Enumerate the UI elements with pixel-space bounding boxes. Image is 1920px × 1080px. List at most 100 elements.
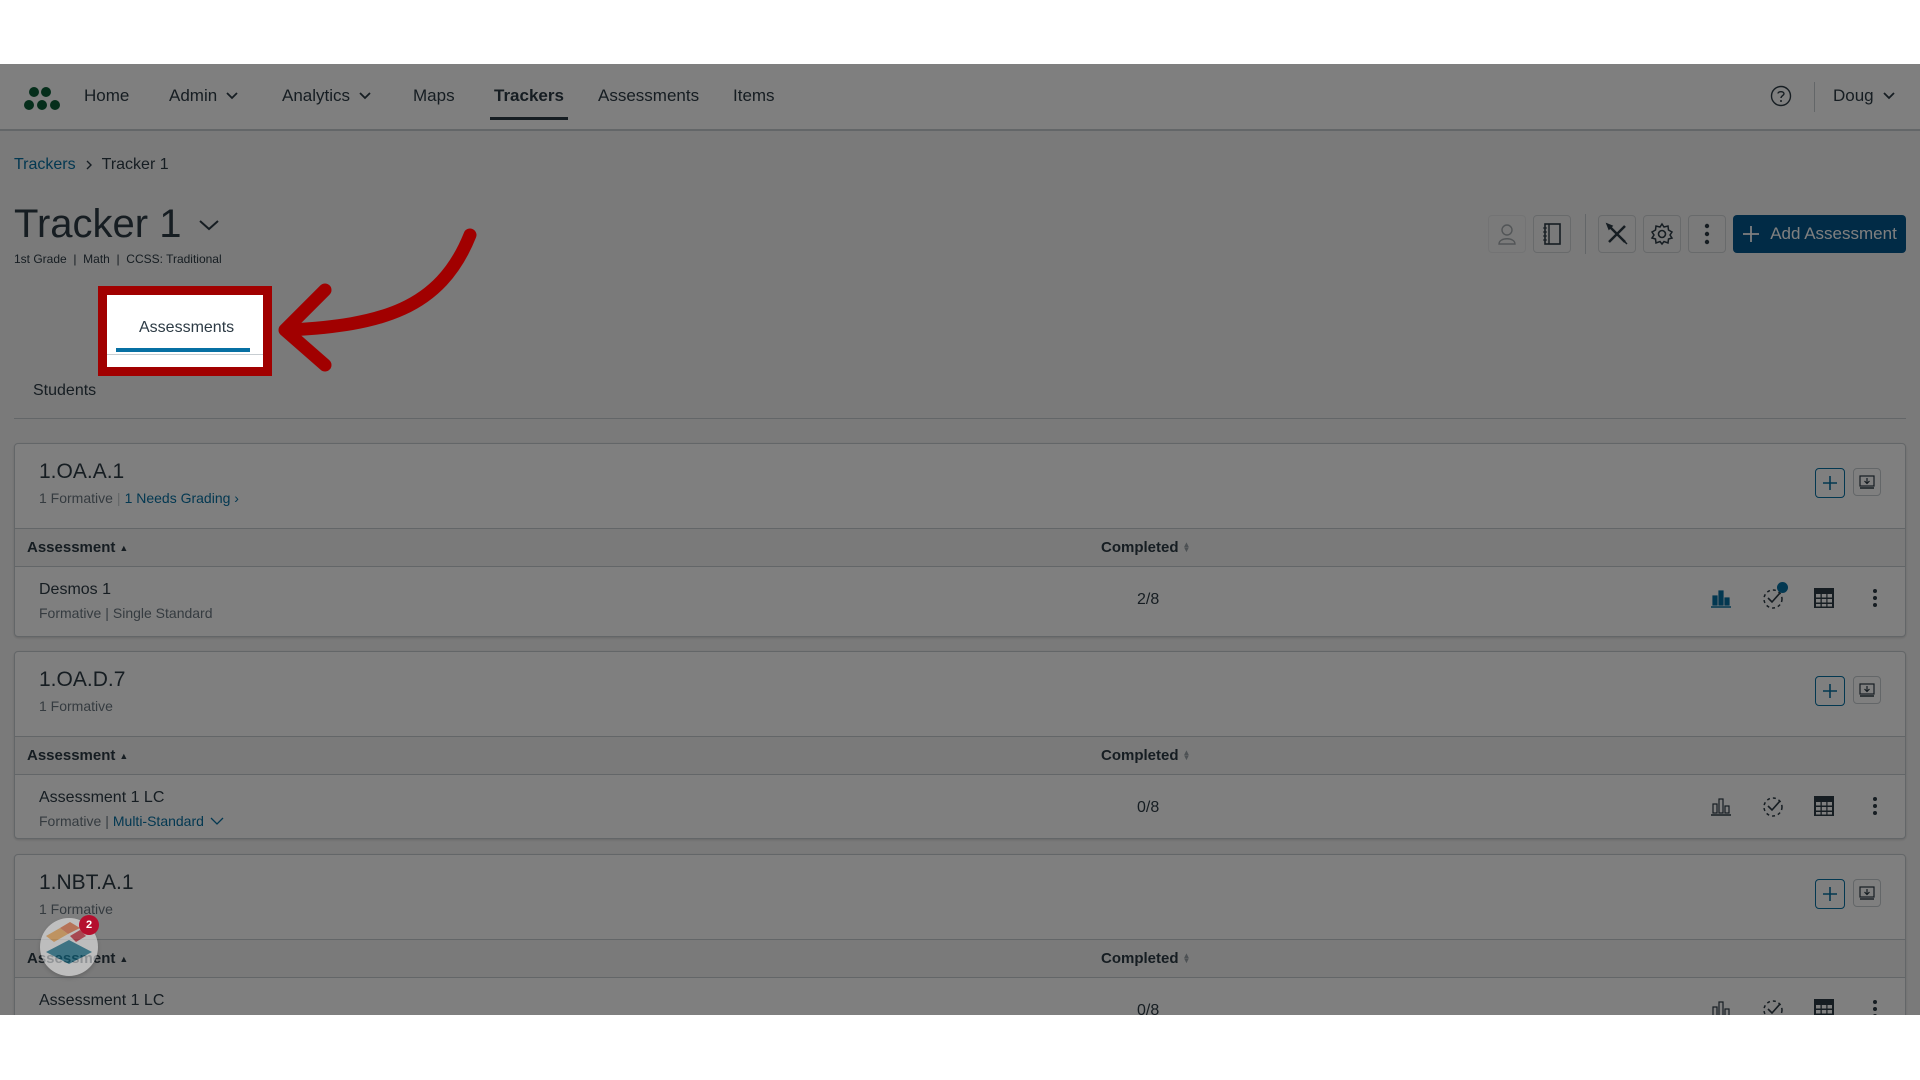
screen: Home Admin Analytics Maps Trackers Asses… xyxy=(0,0,1920,1080)
assessment-meta: Formative | Multi-Standard xyxy=(39,813,224,829)
grading-check-icon xyxy=(1761,998,1785,1015)
gradebook-button[interactable] xyxy=(1811,587,1837,613)
tracker-title: Tracker 1 xyxy=(14,202,182,246)
student-icon xyxy=(1498,224,1516,245)
nav-home[interactable]: Home xyxy=(84,86,129,106)
export-standard-button[interactable] xyxy=(1853,879,1881,907)
add-assessment-label: Add Assessment xyxy=(1770,224,1897,243)
nav-assessments-label: Assessments xyxy=(598,86,700,105)
nav-trackers-label: Trackers xyxy=(494,86,564,105)
grade-button[interactable] xyxy=(1760,795,1786,821)
nav-assessments[interactable]: Assessments xyxy=(598,86,699,106)
more-vertical-icon xyxy=(1872,999,1878,1015)
user-menu[interactable]: Doug xyxy=(1833,86,1896,106)
question-circle-icon[interactable] xyxy=(1770,85,1792,107)
column-completed-label: Completed xyxy=(1101,539,1179,556)
table-grid-icon xyxy=(1813,587,1835,614)
column-completed[interactable]: Completed ▲ ▼ xyxy=(1101,950,1190,967)
nav-analytics[interactable]: Analytics xyxy=(282,86,372,106)
add-assessment-to-standard-button[interactable] xyxy=(1815,468,1845,498)
more-vertical-icon xyxy=(1872,588,1878,613)
highlight-content: Assessments xyxy=(98,286,272,376)
table-grid-icon xyxy=(1813,998,1835,1015)
grade-button[interactable] xyxy=(1760,582,1788,613)
assessment-name[interactable]: Assessment 1 LC xyxy=(39,789,164,807)
nav-items[interactable]: Items xyxy=(733,86,775,106)
settings-button[interactable] xyxy=(1643,215,1681,253)
students-button[interactable] xyxy=(1488,215,1526,253)
standard-header: 1.OA.A.1 1 Formative | 1 Needs Grading › xyxy=(15,444,1905,529)
add-assessment-to-standard-button[interactable] xyxy=(1815,676,1845,706)
assessment-meta: Formative | Single Standard xyxy=(39,605,213,621)
chevron-down-icon[interactable] xyxy=(197,218,221,232)
row-more-button[interactable] xyxy=(1862,795,1888,821)
bar-chart-icon xyxy=(1710,588,1732,613)
nav-admin[interactable]: Admin xyxy=(169,86,239,106)
more-vertical-icon xyxy=(1704,223,1710,245)
standard-code: 1.OA.D.7 xyxy=(39,668,126,691)
column-completed[interactable]: Completed ▲ ▼ xyxy=(1101,747,1190,764)
formative-count: 1 Formative xyxy=(39,490,113,506)
scope-label: Single Standard xyxy=(112,605,213,621)
analytics-button[interactable] xyxy=(1708,587,1734,613)
analytics-button[interactable] xyxy=(1708,998,1734,1015)
tab-bar: Students xyxy=(14,364,1906,419)
row-more-button[interactable] xyxy=(1862,587,1888,613)
standard-header: 1.NBT.A.1 1 Formative xyxy=(15,855,1905,940)
column-assessment[interactable]: Assessment▲ xyxy=(27,747,128,764)
column-completed[interactable]: Completed ▲ ▼ xyxy=(1101,539,1190,556)
sort-asc-icon: ▲ xyxy=(119,542,129,553)
breadcrumb: Trackers Tracker 1 xyxy=(14,156,169,174)
plus-icon xyxy=(1823,476,1837,490)
notebook-button[interactable] xyxy=(1533,215,1571,253)
assessment-name[interactable]: Assessment 1 LC xyxy=(39,992,164,1010)
grade-button[interactable] xyxy=(1760,998,1786,1015)
row-more-button[interactable] xyxy=(1862,998,1888,1015)
active-tab-indicator xyxy=(116,348,250,352)
download-icon xyxy=(1859,886,1875,900)
sort-icon: ▲ ▼ xyxy=(1182,747,1191,762)
table-header: Assessment▲ Completed▲▼ xyxy=(15,940,1905,978)
active-nav-indicator xyxy=(490,117,568,120)
add-assessment-button[interactable]: Add Assessment xyxy=(1733,215,1906,253)
standard-card: 1.NBT.A.1 1 Formative Assessment▲ Comple… xyxy=(14,854,1906,1015)
export-standard-button[interactable] xyxy=(1853,676,1881,704)
export-standard-button[interactable] xyxy=(1853,468,1881,496)
gradebook-button[interactable] xyxy=(1811,795,1837,821)
formative-count: 1 Formative xyxy=(39,698,113,714)
tools-icon xyxy=(1605,222,1628,245)
standard-code: 1.NBT.A.1 xyxy=(39,871,134,894)
top-nav: Home Admin Analytics Maps Trackers Asses… xyxy=(0,64,1920,131)
page-title[interactable]: Tracker 1 xyxy=(14,202,221,247)
breadcrumb-trackers-link[interactable]: Trackers xyxy=(14,156,76,174)
notification-dot xyxy=(1777,582,1788,593)
analytics-button[interactable] xyxy=(1708,795,1734,821)
needs-grading-link[interactable]: 1 Needs Grading › xyxy=(125,490,239,506)
plus-icon xyxy=(1743,226,1760,242)
app: Home Admin Analytics Maps Trackers Asses… xyxy=(0,64,1920,1015)
tools-button[interactable] xyxy=(1598,215,1636,253)
tab-assessments[interactable]: Assessments xyxy=(139,319,234,337)
assessment-name[interactable]: Desmos 1 xyxy=(39,581,111,599)
standard-card: 1.OA.D.7 1 Formative Assessment ▲ Complet… xyxy=(14,651,1906,839)
nav-home-label: Home xyxy=(84,86,130,105)
standard-code: 1.OA.A.1 xyxy=(39,460,125,483)
meta-separator: | xyxy=(116,490,121,506)
gradebook-button[interactable] xyxy=(1811,998,1837,1015)
logo-icon[interactable] xyxy=(24,84,62,112)
formative-count: 1 Formative xyxy=(39,901,113,917)
toolbar-divider xyxy=(1585,214,1586,254)
more-options-button[interactable] xyxy=(1688,215,1726,253)
nav-maps[interactable]: Maps xyxy=(413,86,455,106)
nav-analytics-label: Analytics xyxy=(282,86,351,105)
multi-standard-toggle[interactable]: Multi-Standard xyxy=(113,813,224,829)
tab-students[interactable]: Students xyxy=(33,382,96,400)
nav-trackers[interactable]: Trackers xyxy=(490,86,568,120)
tab-divider xyxy=(107,354,263,355)
gear-icon xyxy=(1650,222,1674,246)
needs-grading-label: 1 Needs Grading xyxy=(124,490,231,506)
add-assessment-to-standard-button[interactable] xyxy=(1815,879,1845,909)
assessment-type: Formative xyxy=(39,813,102,829)
bar-chart-icon xyxy=(1710,999,1732,1015)
column-assessment[interactable]: Assessment▲ xyxy=(27,539,128,556)
